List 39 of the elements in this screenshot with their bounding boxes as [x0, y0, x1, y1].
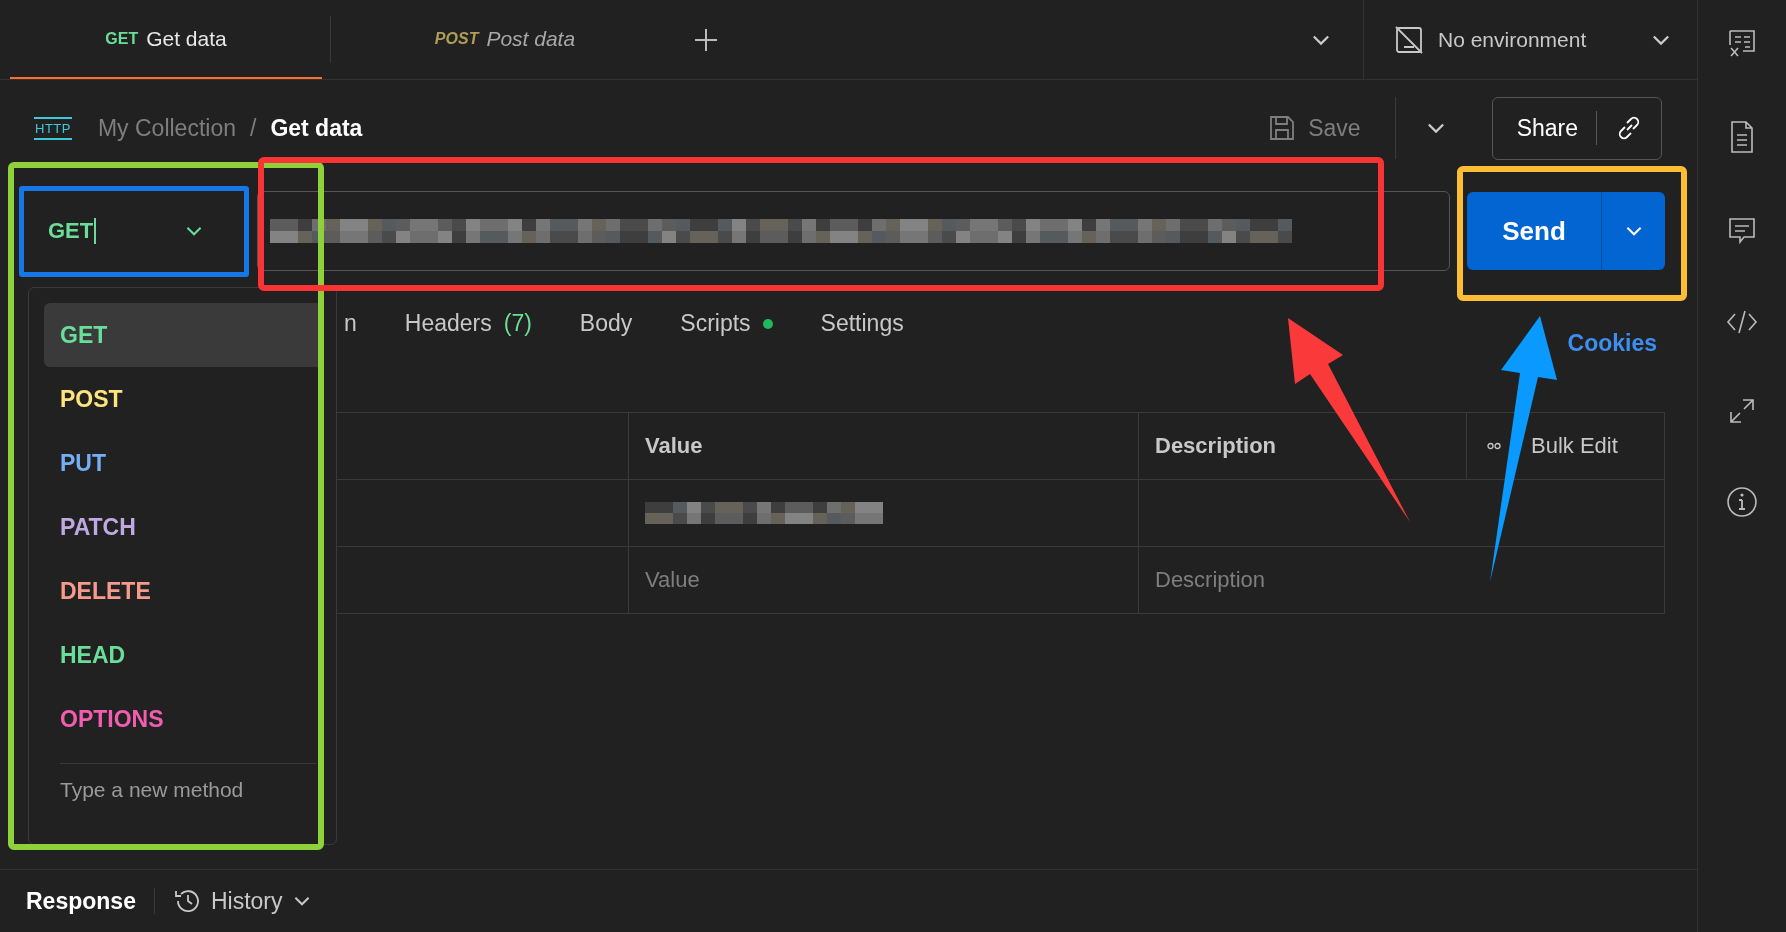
info-icon[interactable] — [1726, 486, 1758, 518]
share-button[interactable]: Share — [1491, 96, 1662, 160]
save-button[interactable]: Save — [1262, 113, 1367, 143]
request-section-tab[interactable]: Headers (7) — [404, 310, 532, 337]
new-method-field[interactable]: Type a new method — [44, 764, 320, 802]
request-tab[interactable]: POST Post data — [349, 0, 661, 79]
ellipsis-icon — [1487, 442, 1501, 450]
floppy-icon — [1268, 114, 1297, 142]
method-option[interactable]: OPTIONS — [44, 687, 324, 751]
method-option[interactable]: HEAD — [44, 623, 324, 687]
plus-icon — [693, 26, 719, 53]
breadcrumb-separator: / — [250, 114, 257, 142]
variables-icon[interactable] — [1727, 28, 1757, 58]
method-select[interactable]: GET — [25, 190, 245, 272]
value-placeholder[interactable]: Value — [645, 567, 700, 593]
column-header: Description — [1155, 433, 1277, 459]
url-field[interactable] — [257, 191, 1450, 271]
history-button[interactable]: History — [172, 886, 313, 916]
request-section-tab[interactable]: Scripts — [680, 310, 773, 337]
cookies-link[interactable]: Cookies — [1567, 330, 1657, 357]
environment-off-icon — [1394, 24, 1424, 55]
code-icon[interactable] — [1725, 308, 1759, 336]
request-name: Get data — [270, 114, 363, 142]
column-header: Value — [645, 433, 703, 459]
method-option[interactable]: DELETE — [44, 559, 324, 623]
comment-icon[interactable] — [1727, 216, 1757, 246]
send-button[interactable]: Send — [1467, 192, 1601, 270]
request-tab[interactable]: GET Get data — [10, 0, 322, 79]
environment-label[interactable]: No environment — [1438, 27, 1635, 52]
response-tab[interactable]: Response — [26, 887, 136, 915]
method-option[interactable]: PATCH — [44, 495, 324, 559]
description-placeholder[interactable]: Description — [1155, 567, 1266, 593]
request-section-tab[interactable]: Body — [579, 310, 633, 337]
request-section-tab[interactable]: Settings — [820, 310, 904, 337]
expand-arrows-icon[interactable] — [1729, 398, 1755, 424]
request-section-tab[interactable]: n — [344, 310, 357, 337]
method-option[interactable]: PUT — [44, 431, 324, 495]
method-option[interactable]: POST — [44, 367, 324, 431]
collection-link[interactable]: My Collection — [97, 114, 236, 142]
